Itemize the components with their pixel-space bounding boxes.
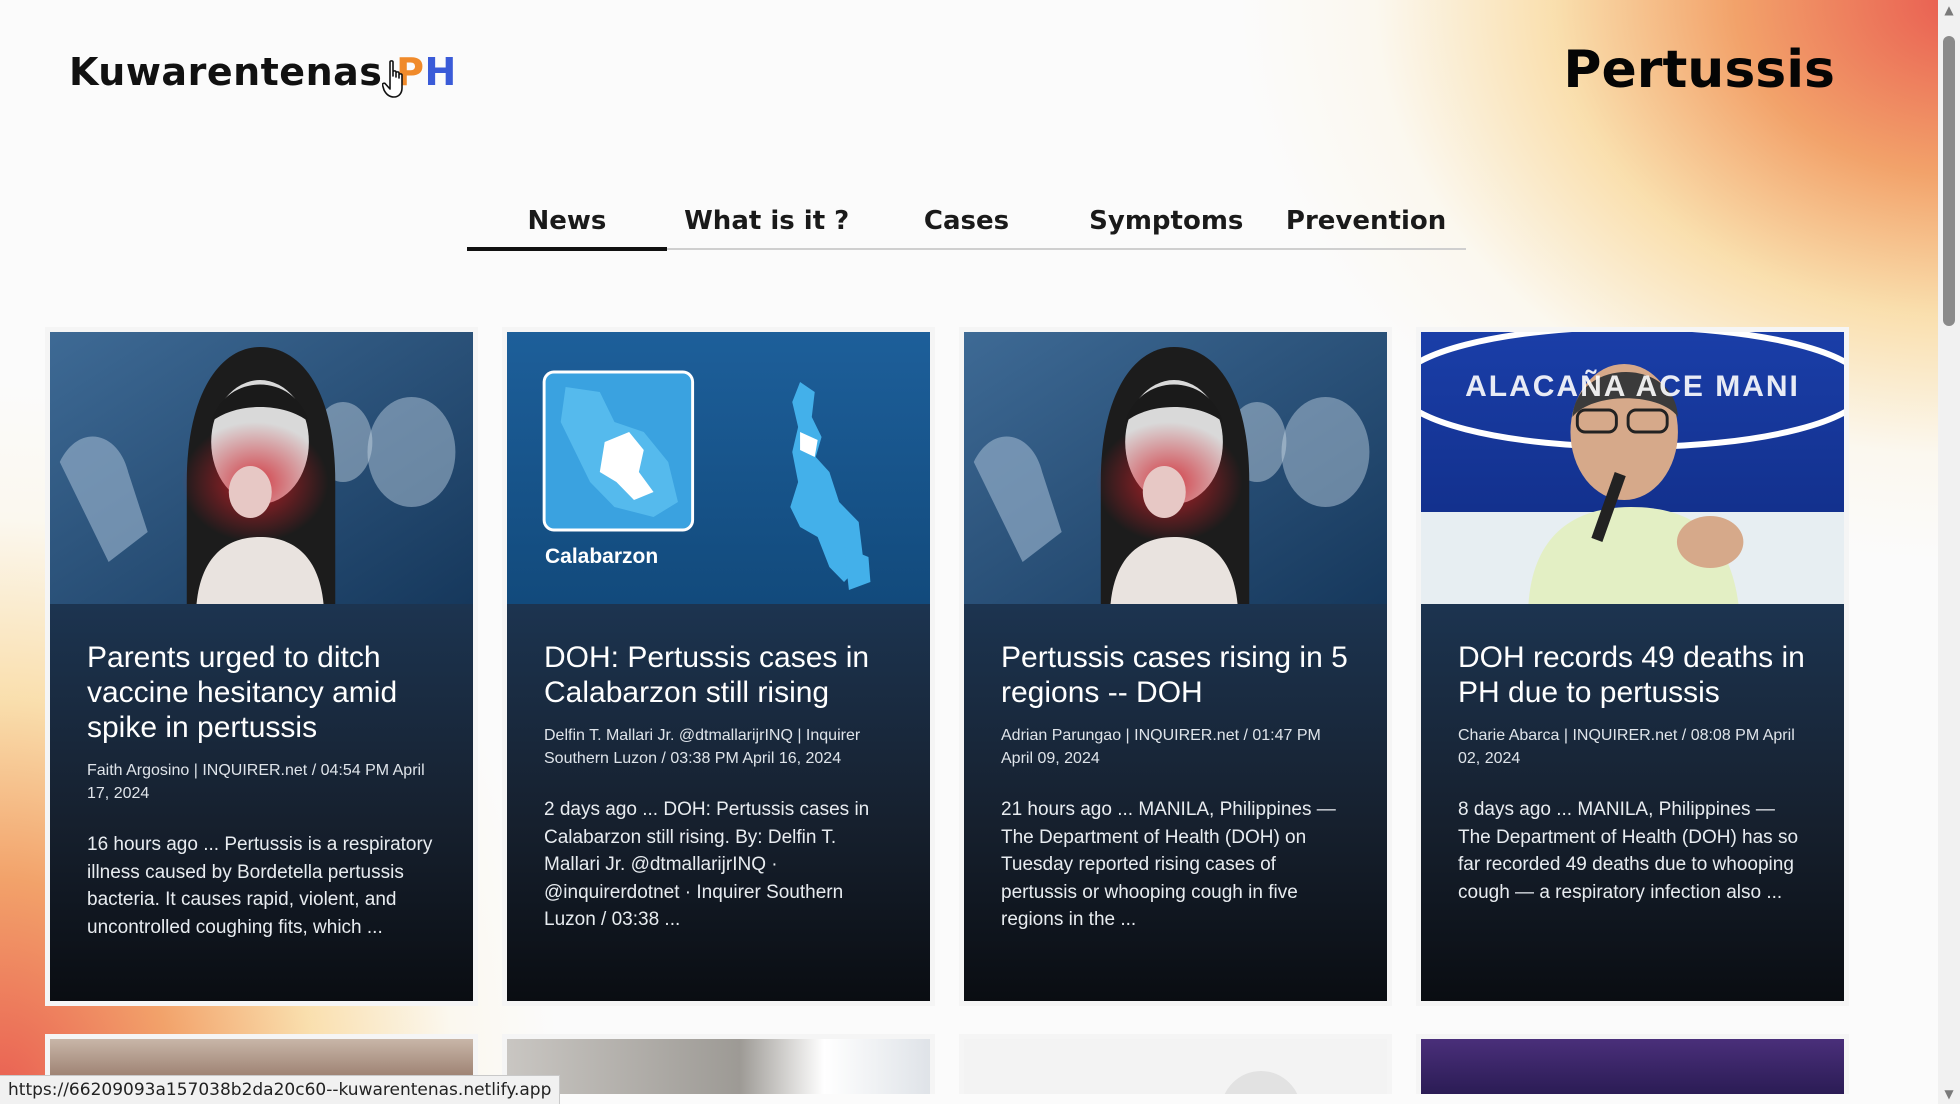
- card-byline: Faith Argosino | INQUIRER.net / 04:54 PM…: [87, 762, 425, 802]
- news-card[interactable]: Calabarzon DOH: Pertussis cases in Calab…: [502, 327, 935, 1006]
- card-title[interactable]: DOH: Pertussis cases in Calabarzon still…: [544, 640, 893, 710]
- scroll-down-arrow-icon[interactable]: ▼: [1938, 1084, 1960, 1104]
- card-byline: Charie Abarca | INQUIRER.net / 08:08 PM …: [1458, 727, 1795, 767]
- status-bar-url: https://66209093a157038b2da20c60--kuware…: [0, 1075, 561, 1104]
- card-title[interactable]: DOH records 49 deaths in PH due to pertu…: [1458, 640, 1807, 710]
- tab-what-is-it[interactable]: What is it ?: [667, 200, 867, 248]
- news-card[interactable]: Pertussis cases rising in 5 regions -- D…: [959, 327, 1392, 1006]
- vertical-scrollbar[interactable]: ▲ ▼: [1938, 0, 1960, 1104]
- card-snippet: 8 days ago ... MANILA, Philippines — The…: [1458, 799, 1799, 903]
- card-snippet: 2 days ago ... DOH: Pertussis cases in C…: [544, 799, 870, 930]
- scroll-up-arrow-icon[interactable]: ▲: [1938, 0, 1960, 20]
- page-title: Pertussis: [1563, 40, 1835, 100]
- card-title[interactable]: Pertussis cases rising in 5 regions -- D…: [1001, 640, 1350, 710]
- news-card[interactable]: [502, 1034, 935, 1094]
- tab-prevention[interactable]: Prevention: [1266, 200, 1466, 248]
- news-card[interactable]: [959, 1034, 1392, 1094]
- loading-placeholder: [1221, 1071, 1301, 1094]
- palace-sign-text: ALACAÑA ACE MANI: [1465, 370, 1800, 403]
- card-byline: Delfin T. Mallari Jr. @dtmallarijrINQ | …: [544, 727, 861, 767]
- tab-bar: News What is it ? Cases Symptoms Prevent…: [467, 200, 1466, 251]
- news-card[interactable]: [1416, 1034, 1849, 1094]
- card-snippet: 16 hours ago ... Pertussis is a respirat…: [87, 834, 433, 938]
- hand-cursor-icon: [382, 60, 403, 98]
- scrollbar-thumb[interactable]: [1943, 36, 1955, 326]
- card-byline: Adrian Parungao | INQUIRER.net / 01:47 P…: [1001, 727, 1321, 767]
- tab-news[interactable]: News: [467, 200, 667, 251]
- tab-cases[interactable]: Cases: [867, 200, 1067, 248]
- calabarzon-image-label: Calabarzon: [545, 545, 659, 568]
- logo-text: Kuwarentenas: [69, 50, 397, 94]
- card-snippet: 21 hours ago ... MANILA, Philippines — T…: [1001, 799, 1336, 930]
- logo-ph-h: H: [424, 50, 457, 94]
- card-title[interactable]: Parents urged to ditch vaccine hesitancy…: [87, 640, 436, 745]
- card-image-coughing-child: [50, 332, 473, 604]
- news-card[interactable]: ALACAÑA ACE MANI DOH records 49 deaths i…: [1416, 327, 1849, 1006]
- news-card[interactable]: Parents urged to ditch vaccine hesitancy…: [45, 327, 478, 1006]
- tab-symptoms[interactable]: Symptoms: [1066, 200, 1266, 248]
- card-image-coughing-child: [964, 332, 1387, 604]
